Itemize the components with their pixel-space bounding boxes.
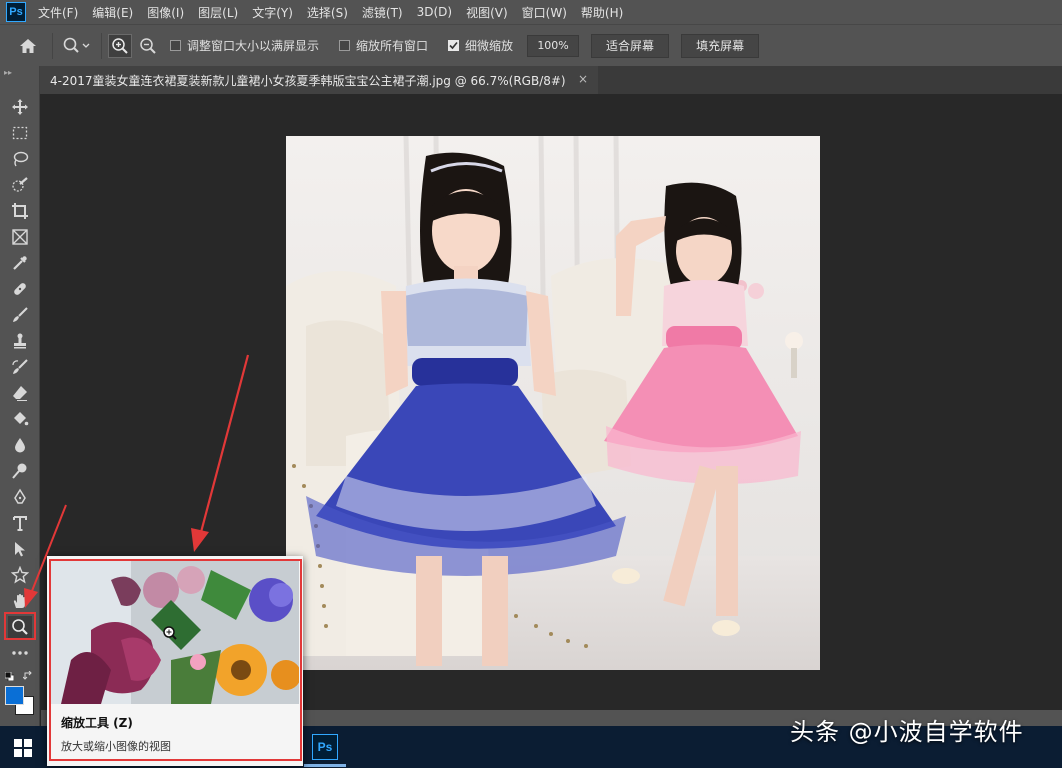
- scrubby-zoom-label: 细微缩放: [465, 39, 514, 53]
- menu-file[interactable]: 文件(F): [38, 4, 78, 21]
- crop-icon[interactable]: [8, 200, 32, 222]
- history-brush-icon[interactable]: [8, 356, 32, 378]
- document-tab[interactable]: 4-2017童装女童连衣裙夏装新款儿童裙小女孩夏季韩版宝宝公主裙子潮.jpg @…: [40, 66, 598, 94]
- menu-window[interactable]: 窗口(W): [522, 4, 567, 21]
- menu-image[interactable]: 图像(I): [147, 4, 184, 21]
- document-tab-strip: 4-2017童装女童连衣裙夏装新款儿童裙小女孩夏季韩版宝宝公主裙子潮.jpg @…: [40, 66, 1062, 94]
- blur-icon[interactable]: [8, 434, 32, 456]
- zoom-in-icon[interactable]: [108, 33, 132, 58]
- path-select-icon[interactable]: [8, 538, 32, 560]
- menu-bar: Ps 文件(F) 编辑(E) 图像(I) 图层(L) 文字(Y) 选择(S) 滤…: [0, 0, 1062, 24]
- close-icon[interactable]: ×: [578, 72, 588, 86]
- marquee-icon[interactable]: [8, 122, 32, 144]
- zoom-all-windows-label: 缩放所有窗口: [356, 39, 429, 53]
- checkbox-unchecked[interactable]: [339, 40, 351, 51]
- windows-start-icon[interactable]: [14, 739, 32, 757]
- dodge-icon[interactable]: [8, 460, 32, 482]
- eraser-icon[interactable]: [8, 382, 32, 404]
- menu-edit[interactable]: 编辑(E): [92, 4, 133, 21]
- quick-select-icon[interactable]: [8, 174, 32, 196]
- watermark-text: 头条 @小波自学软件: [790, 718, 1024, 746]
- menu-help[interactable]: 帮助(H): [581, 4, 623, 21]
- menu-select[interactable]: 选择(S): [307, 4, 348, 21]
- brush-icon[interactable]: [8, 304, 32, 326]
- zoom-tool-highlight-box: [4, 612, 36, 640]
- menu-view[interactable]: 视图(V): [466, 4, 508, 21]
- checkbox-unchecked[interactable]: [170, 40, 181, 51]
- move-icon[interactable]: [8, 96, 32, 118]
- resize-windows-label: 调整窗口大小以满屏显示: [187, 39, 320, 53]
- eyedropper-icon[interactable]: [8, 252, 32, 274]
- scrubby-zoom-checkbox[interactable]: 细微缩放: [448, 37, 513, 54]
- home-icon[interactable]: [16, 34, 40, 58]
- photoshop-taskbar-button[interactable]: Ps: [312, 734, 338, 760]
- menu-type[interactable]: 文字(Y): [252, 4, 293, 21]
- zoom-tool-preset-icon[interactable]: [59, 34, 95, 58]
- swap-colors-icon[interactable]: [22, 670, 33, 680]
- fit-screen-button[interactable]: 适合屏幕: [591, 33, 670, 58]
- foreground-color-swatch[interactable]: [5, 686, 24, 705]
- frame-icon[interactable]: [8, 226, 32, 248]
- healing-brush-icon[interactable]: [8, 278, 32, 300]
- divider: [101, 32, 102, 59]
- zoom-percent-field[interactable]: 100%: [527, 34, 580, 57]
- fill-screen-button[interactable]: 填充屏幕: [681, 33, 760, 58]
- menu-layer[interactable]: 图层(L): [198, 4, 238, 21]
- checkbox-checked[interactable]: [448, 40, 460, 51]
- document-image[interactable]: [286, 136, 820, 670]
- hand-icon[interactable]: [8, 590, 32, 612]
- panel-grip-icon[interactable]: ▸▸: [4, 68, 12, 77]
- photoshop-logo: Ps: [6, 2, 26, 22]
- divider: [52, 32, 53, 59]
- active-app-indicator: [304, 764, 346, 767]
- paint-bucket-icon[interactable]: [8, 408, 32, 430]
- type-icon[interactable]: [8, 512, 32, 534]
- options-bar: 调整窗口大小以满屏显示 缩放所有窗口 细微缩放 100% 适合屏幕 填充屏幕: [0, 24, 1062, 66]
- document-tab-title: 4-2017童装女童连衣裙夏装新款儿童裙小女孩夏季韩版宝宝公主裙子潮.jpg @…: [50, 73, 566, 88]
- resize-windows-checkbox[interactable]: 调整窗口大小以满屏显示: [170, 37, 319, 54]
- more-tools-icon[interactable]: [8, 642, 32, 664]
- custom-shape-icon[interactable]: [8, 564, 32, 586]
- zoom-out-icon[interactable]: [136, 34, 160, 58]
- zoom-all-windows-checkbox[interactable]: 缩放所有窗口: [339, 37, 428, 54]
- default-colors-icon[interactable]: [4, 670, 15, 682]
- tooltip-highlight-box: [49, 559, 302, 761]
- checkmark-icon: [449, 41, 458, 50]
- lasso-icon[interactable]: [8, 148, 32, 170]
- pen-icon[interactable]: [8, 486, 32, 508]
- clone-stamp-icon[interactable]: [8, 330, 32, 352]
- menu-filter[interactable]: 滤镜(T): [362, 4, 403, 21]
- menu-3d[interactable]: 3D(D): [417, 5, 452, 19]
